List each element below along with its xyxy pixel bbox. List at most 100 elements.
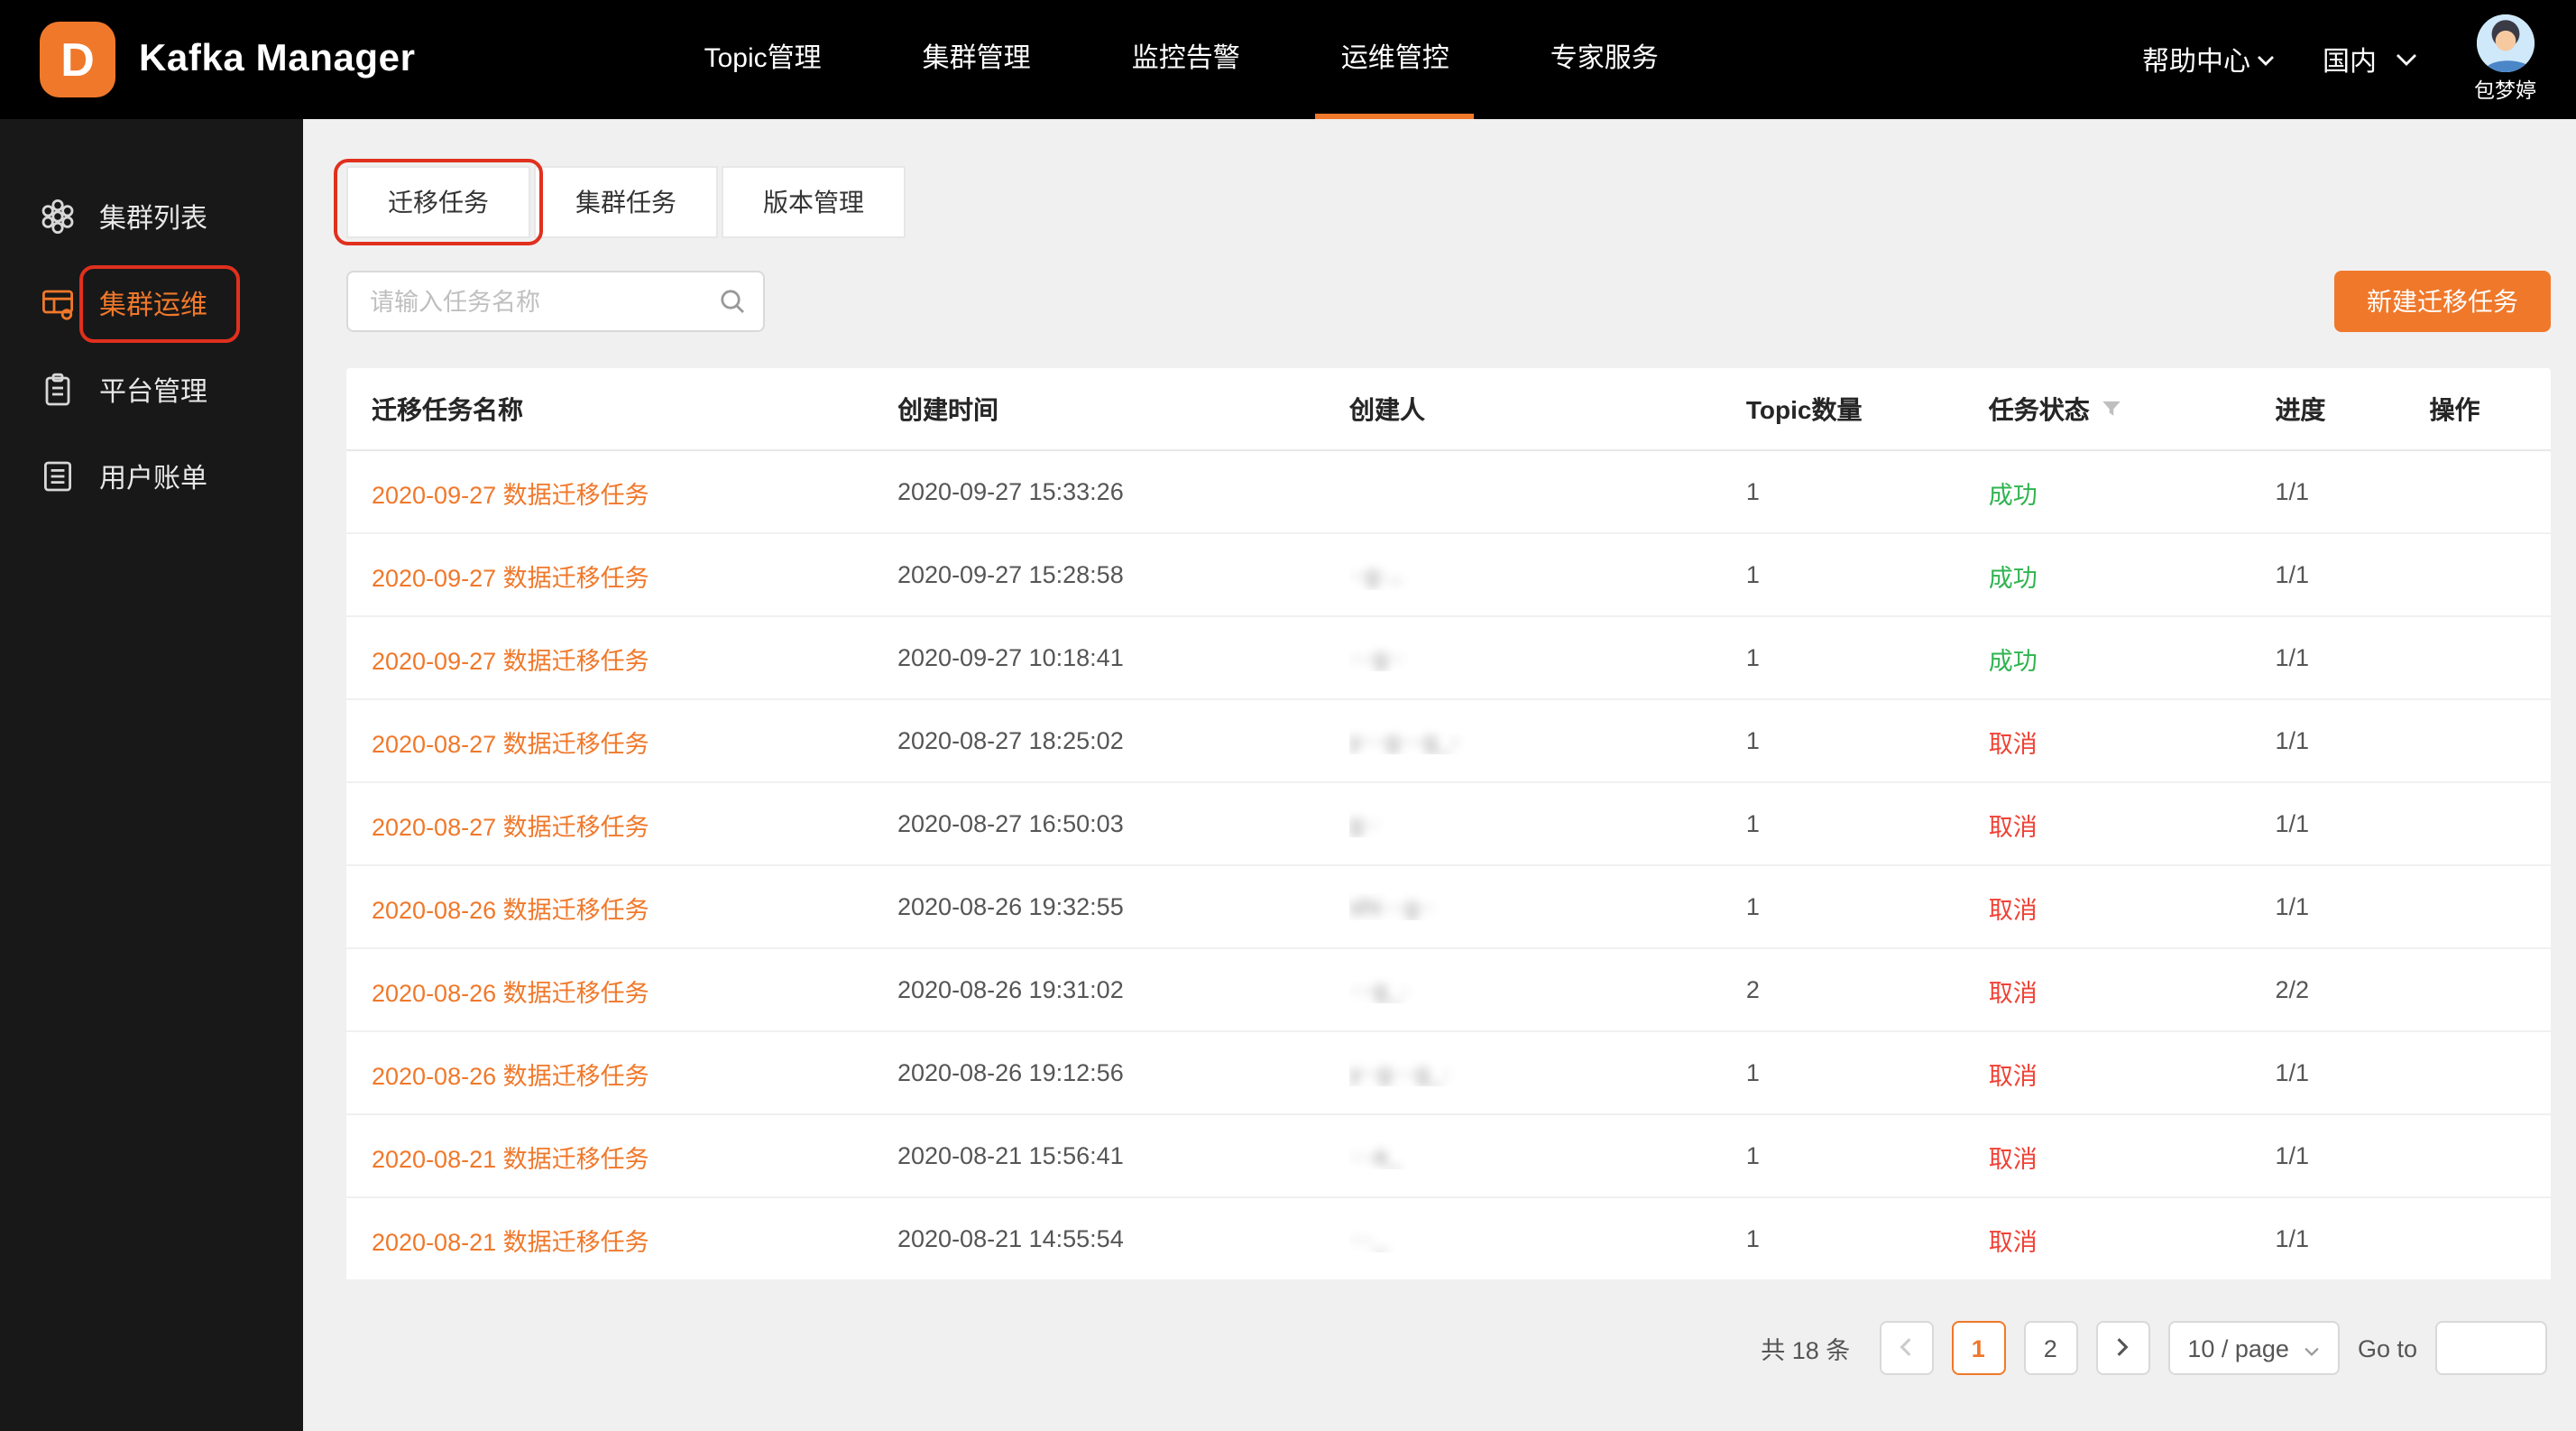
creator-cell: ···g_· [1349, 976, 1746, 1003]
progress-cell: 1/1 [2275, 561, 2429, 588]
top-navbar: D Kafka Manager Topic管理 集群管理 监控告警 运维管控 专… [0, 0, 2576, 119]
status-cell: 取消 [1989, 806, 2276, 842]
status-badge: 成功 [1989, 557, 2038, 593]
annotation-box-sidebar [79, 264, 240, 342]
pagination-page-1[interactable]: 1 [1951, 1321, 2005, 1375]
topic-count-cell: 1 [1746, 1225, 1989, 1252]
creator-masked-text: y···g···g_- [1349, 727, 1459, 754]
topic-count-cell: 1 [1746, 644, 1989, 671]
sidebar-item-label: 平台管理 [99, 371, 207, 409]
status-cell: 成功 [1989, 474, 2276, 510]
toolbar: 新建迁移任务 [346, 271, 2551, 332]
cluster-ops-icon [40, 285, 76, 321]
nav-cluster-management[interactable]: 集群管理 [872, 0, 1081, 119]
column-header-created-time: 创建时间 [897, 391, 1349, 427]
table-body: 2020-09-27 数据迁移任务 2020-09-27 15:33:26 1 … [346, 451, 2551, 1281]
pagination-next-button[interactable] [2095, 1321, 2149, 1375]
main-content: 迁移任务 集群任务 版本管理 新建迁移任务 [303, 119, 2576, 1431]
creator-cell: shi···g·· [1349, 893, 1746, 920]
task-name-link[interactable]: 2020-08-26 数据迁移任务 [372, 1055, 649, 1091]
tab-label: 迁移任务 [388, 188, 489, 217]
sidebar-item-user-billing[interactable]: 用户账单 [0, 433, 303, 520]
topic-count-cell: 1 [1746, 810, 1989, 837]
search-icon[interactable] [718, 287, 747, 325]
new-migration-task-button[interactable]: 新建迁移任务 [2334, 271, 2551, 332]
task-name-link[interactable]: 2020-08-21 数据迁移任务 [372, 1138, 649, 1174]
list-document-icon [40, 458, 76, 494]
filter-icon[interactable] [2101, 397, 2124, 420]
creator-masked-text: y··g···g_· [1349, 1059, 1451, 1086]
creator-cell: ···_ [1349, 1225, 1746, 1252]
nav-monitoring-alerts[interactable]: 监控告警 [1081, 0, 1291, 119]
nav-ops-control[interactable]: 运维管控 [1291, 0, 1500, 119]
status-badge: 取消 [1989, 1055, 2038, 1091]
progress-cell: 1/1 [2275, 478, 2429, 505]
task-name-link[interactable]: 2020-08-27 数据迁移任务 [372, 806, 649, 842]
pagination-prev-button[interactable] [1879, 1321, 1933, 1375]
tab-migration-tasks[interactable]: 迁移任务 [346, 166, 530, 238]
created-time-cell: 2020-08-26 19:12:56 [897, 1059, 1349, 1086]
sidebar-item-cluster-ops[interactable]: 集群运维 [0, 260, 303, 346]
user-avatar [2477, 14, 2535, 72]
progress-cell: 1/1 [2275, 1059, 2429, 1086]
chevron-down-icon [2395, 52, 2416, 67]
table-row: 2020-08-21 数据迁移任务 2020-08-21 14:55:54 ··… [346, 1198, 2551, 1281]
task-name-link[interactable]: 2020-08-26 数据迁移任务 [372, 889, 649, 925]
tab-cluster-tasks[interactable]: 集群任务 [534, 166, 718, 238]
app-logo-icon: D [40, 22, 115, 97]
progress-cell: 1/1 [2275, 810, 2429, 837]
status-cell: 取消 [1989, 972, 2276, 1008]
region-label: 国内 [2323, 41, 2377, 78]
creator-masked-text: ···g·· [1349, 644, 1403, 671]
creator-masked-text: ···_ [1349, 1225, 1387, 1252]
task-name-link[interactable]: 2020-08-21 数据迁移任务 [372, 1221, 649, 1257]
pagination-page-2[interactable]: 2 [2023, 1321, 2077, 1375]
user-profile[interactable]: 包梦婷 [2474, 14, 2536, 105]
task-name-link[interactable]: 2020-09-27 数据迁移任务 [372, 640, 649, 676]
task-name-link[interactable]: 2020-08-27 数据迁移任务 [372, 723, 649, 759]
creator-cell: ··g·‥ [1349, 560, 1746, 589]
status-cell: 取消 [1989, 1221, 2276, 1257]
created-time-cell: 2020-09-27 15:33:26 [897, 478, 1349, 505]
nav-topic-management[interactable]: Topic管理 [654, 0, 872, 119]
task-name-link[interactable]: 2020-09-27 数据迁移任务 [372, 557, 649, 593]
goto-label: Go to [2358, 1334, 2417, 1362]
status-cell: 取消 [1989, 1138, 2276, 1174]
status-cell: 取消 [1989, 889, 2276, 925]
nav-expert-service[interactable]: 专家服务 [1500, 0, 1709, 119]
task-name-link[interactable]: 2020-08-26 数据迁移任务 [372, 972, 649, 1008]
column-header-task-name: 迁移任务名称 [346, 391, 897, 427]
sidebar: 集群列表 集群运维 平 [0, 119, 303, 1431]
sidebar-item-platform-management[interactable]: 平台管理 [0, 346, 303, 433]
status-cell: 取消 [1989, 723, 2276, 759]
sidebar-item-cluster-list[interactable]: 集群列表 [0, 173, 303, 260]
status-badge: 取消 [1989, 1221, 2038, 1257]
table-row: 2020-08-26 数据迁移任务 2020-08-26 19:31:02 ··… [346, 949, 2551, 1032]
creator-masked-text: g·· [1349, 810, 1379, 837]
progress-cell: 1/1 [2275, 1142, 2429, 1169]
tab-version-management[interactable]: 版本管理 [722, 166, 906, 238]
created-time-cell: 2020-08-26 19:32:55 [897, 893, 1349, 920]
sidebar-item-label: 集群运维 [99, 284, 207, 322]
page-size-select[interactable]: 10 / page [2167, 1321, 2340, 1375]
region-selector[interactable]: 国内 [2323, 41, 2416, 78]
column-header-task-status: 任务状态 [1989, 391, 2276, 427]
status-badge: 取消 [1989, 723, 2038, 759]
status-badge: 取消 [1989, 972, 2038, 1008]
help-center-link[interactable]: 帮助中心 [2142, 41, 2276, 78]
task-name-link[interactable]: 2020-09-27 数据迁移任务 [372, 474, 649, 510]
chevron-down-icon [2304, 1334, 2320, 1362]
status-cell: 成功 [1989, 557, 2276, 593]
chevron-down-icon [2258, 53, 2276, 66]
chevron-left-icon [1898, 1334, 1914, 1362]
status-badge: 取消 [1989, 889, 2038, 925]
migration-task-table: 迁移任务名称 创建时间 创建人 Topic数量 任务状态 进度 操作 2020-… [346, 368, 2551, 1281]
progress-cell: 1/1 [2275, 727, 2429, 754]
app-title: Kafka Manager [139, 38, 416, 81]
created-time-cell: 2020-08-21 14:55:54 [897, 1225, 1349, 1252]
search-input[interactable] [346, 271, 765, 332]
goto-page-input[interactable] [2435, 1321, 2547, 1375]
column-header-topic-count: Topic数量 [1746, 391, 1989, 427]
sidebar-item-label: 用户账单 [99, 457, 207, 495]
created-time-cell: 2020-08-26 19:31:02 [897, 976, 1349, 1003]
